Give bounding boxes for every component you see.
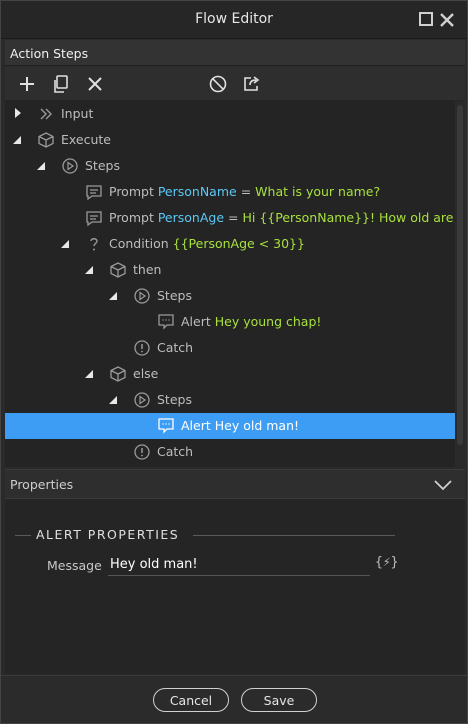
divider	[15, 535, 31, 536]
tree-node-condition[interactable]: Condition {{PersonAge < 30}}	[5, 231, 455, 257]
properties-header[interactable]: Properties	[5, 469, 465, 499]
tree-node-alert-selected[interactable]: Alert Hey old man!	[5, 413, 455, 439]
message-icon	[85, 183, 103, 201]
node-label: Prompt PersonAge = Hi {{PersonName}}! Ho…	[109, 210, 455, 225]
cancel-button[interactable]: Cancel	[153, 688, 229, 712]
collapse-arrow-icon[interactable]	[37, 162, 45, 170]
save-button[interactable]: Save	[241, 688, 317, 712]
node-label: Condition {{PersonAge < 30}}	[109, 236, 305, 251]
chevrons-right-icon	[37, 105, 55, 123]
copy-icon[interactable]	[51, 74, 71, 94]
tree-node-else[interactable]: else	[5, 361, 455, 387]
tree-node-steps[interactable]: Steps	[5, 153, 455, 179]
node-label: Alert Hey old man!	[181, 418, 300, 433]
node-label: Steps	[157, 288, 192, 303]
tree-node-execute[interactable]: Execute	[5, 127, 455, 153]
exclamation-circle-icon	[133, 443, 151, 461]
tree-node-prompt[interactable]: Prompt PersonAge = Hi {{PersonName}}! Ho…	[5, 205, 455, 231]
window-title: Flow Editor	[195, 11, 273, 27]
node-label: else	[133, 366, 159, 381]
steps-toolbar	[5, 67, 465, 101]
tree-node-steps[interactable]: Steps	[5, 283, 455, 309]
message-icon	[85, 209, 103, 227]
maximize-icon[interactable]	[419, 12, 433, 26]
plus-icon[interactable]	[17, 74, 37, 94]
message-label: Message	[47, 558, 102, 573]
dialog-footer: Cancel Save	[1, 675, 467, 723]
node-label: then	[133, 262, 162, 277]
tree-node-steps[interactable]: Steps	[5, 387, 455, 413]
disable-icon[interactable]	[208, 74, 228, 94]
collapse-arrow-icon[interactable]	[85, 266, 93, 274]
node-label: Steps	[85, 158, 120, 173]
tree-node-prompt[interactable]: Prompt PersonName = What is your name?	[5, 179, 455, 205]
collapse-arrow-icon[interactable]	[109, 396, 117, 404]
properties-panel: ALERT PROPERTIES Message {⚡}	[5, 499, 465, 674]
collapse-arrow-icon[interactable]	[61, 240, 69, 248]
node-label: Catch	[157, 444, 194, 459]
divider	[193, 535, 395, 536]
close-icon[interactable]	[85, 74, 105, 94]
tree-scrollbar-thumb[interactable]	[457, 105, 463, 445]
tree-node-alert[interactable]: Alert Hey young chap!	[5, 309, 455, 335]
export-icon[interactable]	[242, 74, 262, 94]
node-label: Execute	[61, 132, 111, 147]
tree-node-then[interactable]: then	[5, 257, 455, 283]
node-label: Input	[61, 106, 94, 121]
action-steps-title: Action Steps	[10, 46, 89, 61]
cube-icon	[109, 365, 127, 383]
alert-bubble-icon	[157, 417, 175, 435]
steps-tree: Input Execute Steps Prompt PersonName = …	[5, 101, 455, 467]
dynamic-data-icon[interactable]: {⚡}	[375, 555, 398, 570]
tree-node-catch[interactable]: Catch	[5, 335, 455, 361]
alert-bubble-icon	[157, 313, 175, 331]
flow-editor-window: Flow Editor Action Steps Input Execute S…	[0, 0, 468, 724]
node-label: Steps	[157, 392, 192, 407]
question-mark-icon	[85, 235, 103, 253]
tree-node-catch[interactable]: Catch	[5, 439, 455, 465]
collapse-arrow-icon[interactable]	[85, 370, 93, 378]
action-steps-header: Action Steps	[5, 40, 465, 66]
cube-icon	[37, 131, 55, 149]
expand-arrow-icon[interactable]	[15, 108, 21, 118]
message-input[interactable]	[108, 554, 370, 576]
chevron-down-icon[interactable]	[433, 478, 453, 495]
title-bar: Flow Editor	[1, 1, 467, 39]
close-window-icon[interactable]	[439, 12, 454, 27]
alert-properties-title: ALERT PROPERTIES	[36, 527, 180, 542]
collapse-arrow-icon[interactable]	[109, 292, 117, 300]
node-label: Prompt PersonName = What is your name?	[109, 184, 381, 199]
play-circle-icon	[133, 391, 151, 409]
node-label: Catch	[157, 340, 194, 355]
play-circle-icon	[61, 157, 79, 175]
properties-title: Properties	[10, 477, 74, 492]
cube-icon	[109, 261, 127, 279]
exclamation-circle-icon	[133, 339, 151, 357]
tree-node-input[interactable]: Input	[5, 101, 455, 127]
node-label: Alert Hey young chap!	[181, 314, 322, 329]
play-circle-icon	[133, 287, 151, 305]
collapse-arrow-icon[interactable]	[13, 136, 21, 144]
